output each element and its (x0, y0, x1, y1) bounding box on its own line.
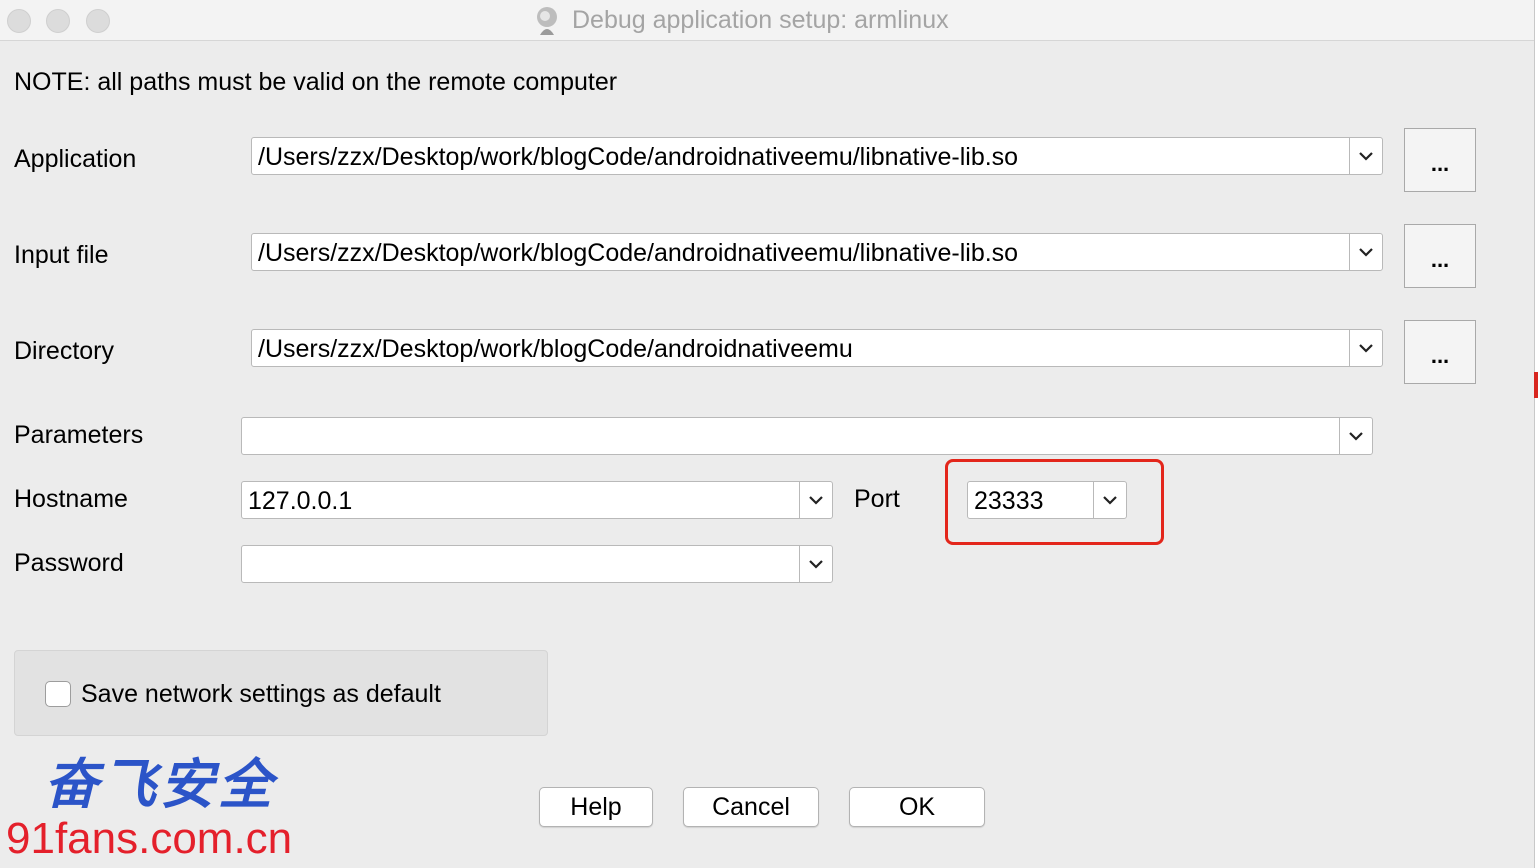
chevron-down-icon (1359, 344, 1373, 353)
network-settings-group: Save network settings as default (14, 650, 548, 736)
save-default-label[interactable]: Save network settings as default (81, 680, 441, 709)
cancel-button[interactable]: Cancel (683, 787, 819, 827)
close-window-button[interactable] (7, 9, 31, 33)
zoom-window-button[interactable] (86, 9, 110, 33)
chevron-down-icon (809, 496, 823, 505)
minimize-window-button[interactable] (46, 9, 70, 33)
input-file-browse-button[interactable]: ... (1404, 224, 1476, 288)
password-combo[interactable] (241, 545, 833, 583)
password-dropdown[interactable] (799, 546, 832, 582)
input-file-label: Input file (14, 241, 109, 269)
window-title: Debug application setup: armlinux (572, 6, 949, 34)
parameters-dropdown[interactable] (1339, 418, 1372, 454)
chevron-down-icon (1359, 248, 1373, 257)
directory-label: Directory (14, 337, 115, 365)
save-default-checkbox[interactable] (45, 681, 71, 707)
ok-button[interactable]: OK (849, 787, 985, 827)
port-label: Port (854, 485, 900, 513)
parameters-combo[interactable] (241, 417, 1373, 455)
directory-combo[interactable]: /Users/zzx/Desktop/work/blogCode/android… (251, 329, 1383, 367)
watermark-url: 91fans.com.cn (6, 814, 293, 863)
hostname-combo[interactable]: 127.0.0.1 (241, 481, 833, 519)
application-dropdown[interactable] (1349, 138, 1382, 174)
watermark-chinese: 奋飞安全 (44, 752, 276, 816)
directory-browse-button[interactable]: ... (1404, 320, 1476, 384)
input-file-dropdown[interactable] (1349, 234, 1382, 270)
dialog-window: Debug application setup: armlinux NOTE: … (0, 0, 1535, 868)
application-combo[interactable]: /Users/zzx/Desktop/work/blogCode/android… (251, 137, 1383, 175)
hostname-value[interactable]: 127.0.0.1 (248, 487, 352, 516)
help-button[interactable]: Help (539, 787, 653, 827)
chevron-down-icon (809, 560, 823, 569)
title-bar: Debug application setup: armlinux (0, 0, 1534, 41)
chevron-down-icon (1349, 432, 1363, 441)
parameters-label: Parameters (14, 421, 144, 449)
hostname-label: Hostname (14, 485, 128, 513)
application-browse-button[interactable]: ... (1404, 128, 1476, 192)
directory-dropdown[interactable] (1349, 330, 1382, 366)
hostname-dropdown[interactable] (799, 482, 832, 518)
directory-value[interactable]: /Users/zzx/Desktop/work/blogCode/android… (258, 335, 853, 364)
port-highlight-annotation (945, 459, 1164, 545)
chevron-down-icon (1359, 152, 1373, 161)
input-file-value[interactable]: /Users/zzx/Desktop/work/blogCode/android… (258, 239, 1018, 268)
input-file-combo[interactable]: /Users/zzx/Desktop/work/blogCode/android… (251, 233, 1383, 271)
application-label: Application (14, 145, 137, 173)
application-value[interactable]: /Users/zzx/Desktop/work/blogCode/android… (258, 143, 1018, 172)
ida-app-icon (537, 7, 557, 35)
background-red-mark (1534, 372, 1538, 398)
paths-note: NOTE: all paths must be valid on the rem… (14, 68, 618, 96)
password-label: Password (14, 549, 124, 577)
